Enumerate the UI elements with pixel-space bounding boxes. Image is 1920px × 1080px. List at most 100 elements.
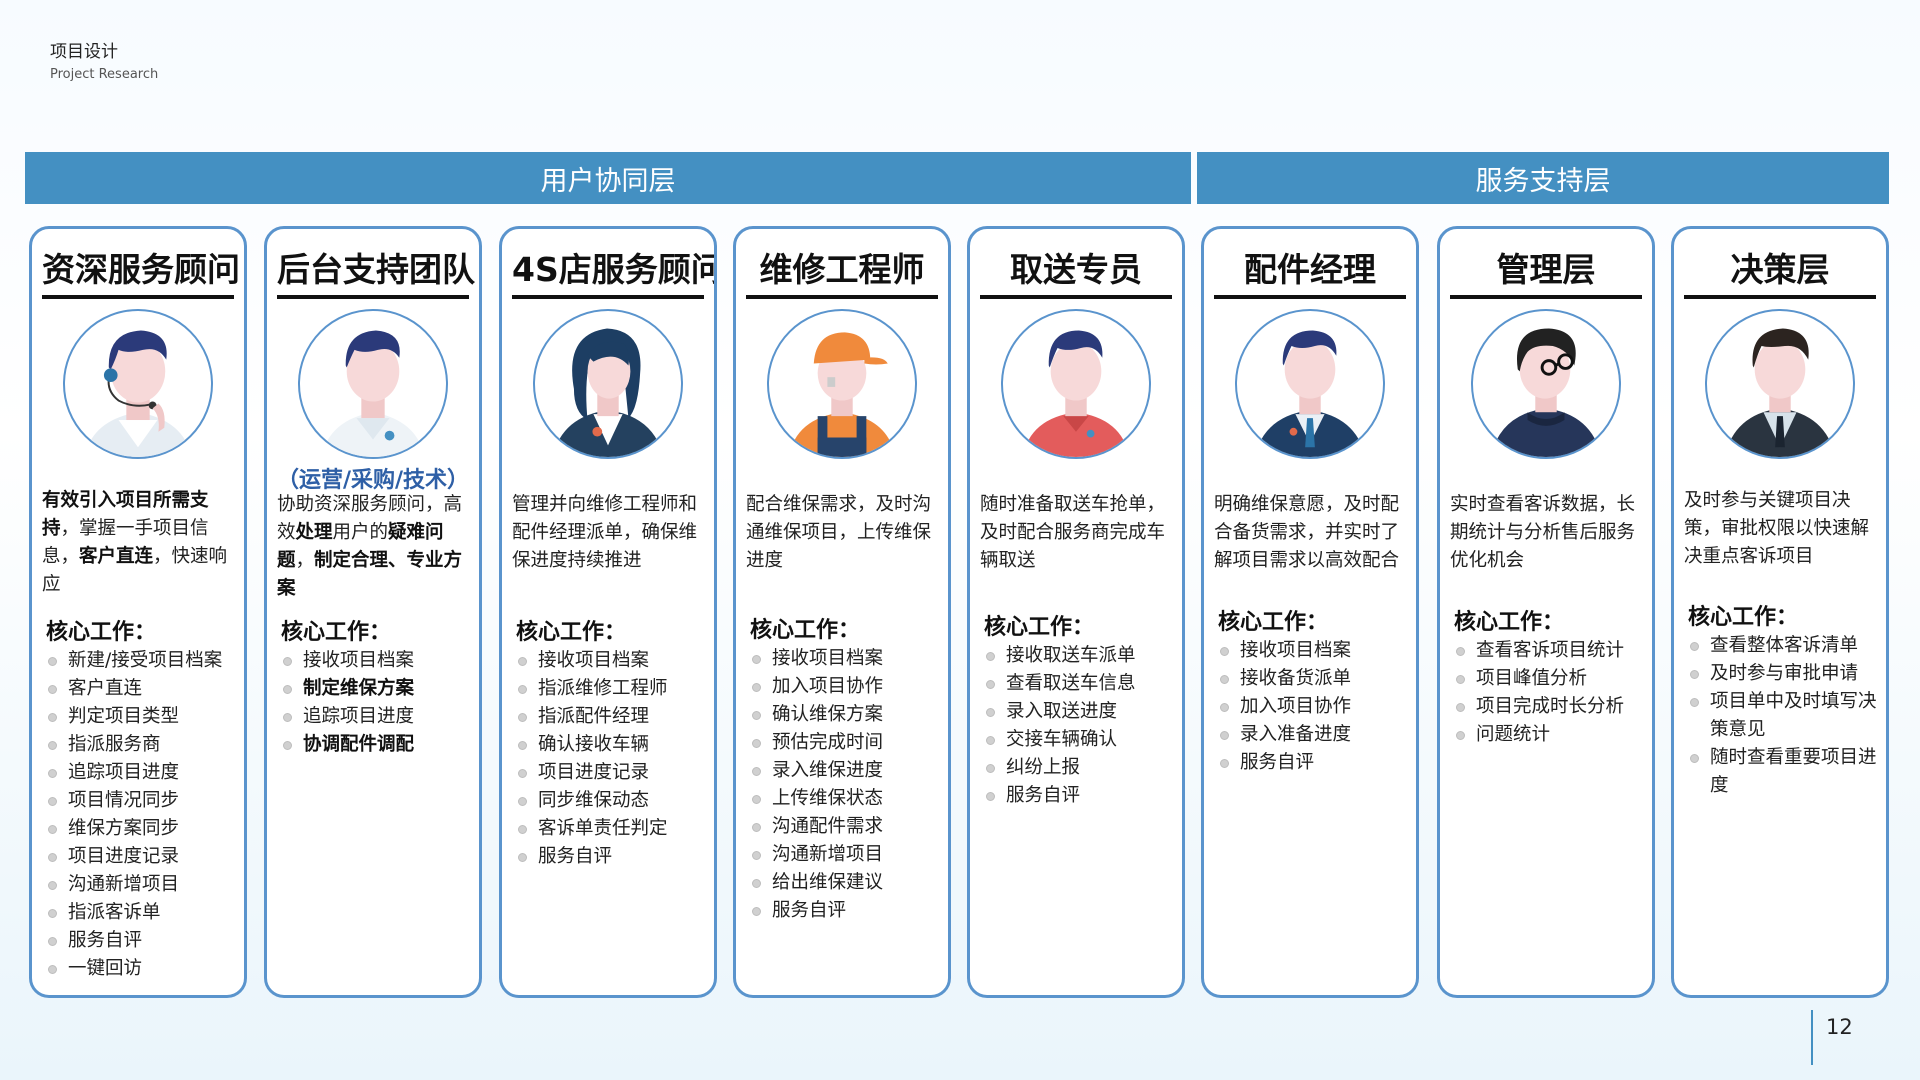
core-work-item: 新建/接受项目档案 [46, 647, 236, 675]
role-title: 配件经理 [1244, 250, 1376, 289]
role-description: 配合维保需求，及时沟通维保项目，上传维保进度 [746, 491, 942, 575]
core-work-list: 接收取送车派单 查看取送车信息 录入取送进度 交接车辆确认 纠纷上报 服务自评 [984, 642, 1174, 810]
role-title: 维修工程师 [759, 250, 925, 289]
service-layer-banner: 服务支持层 [1197, 152, 1889, 204]
role-title: 管理层 [1496, 250, 1596, 289]
core-work-item: 接收备货派单 [1218, 665, 1408, 693]
role-department-tag: （运营/采购/技术） [276, 468, 470, 493]
core-work-item: 制定维保方案 [281, 675, 471, 703]
description-text: 实时查看客诉数据，长期统计与分析售后服务优化机会 [1450, 494, 1636, 571]
core-work-list: 接收项目档案 接收备货派单 加入项目协作 录入准备进度 服务自评 [1218, 637, 1408, 777]
description-emphasis: 客户直连 [79, 546, 154, 567]
core-work-item: 指派服务商 [46, 731, 236, 759]
core-work-item: 接收项目档案 [281, 647, 471, 675]
core-work-item: 接收取送车派单 [984, 642, 1174, 670]
backoffice-avatar [298, 309, 448, 459]
core-work-item: 加入项目协作 [1218, 693, 1408, 721]
parts-manager-avatar [1235, 309, 1385, 459]
page-number: 12 [1826, 1015, 1853, 1039]
core-work-item: 指派维修工程师 [516, 675, 706, 703]
core-work-item: 问题统计 [1454, 721, 1644, 749]
description-text: ， [295, 550, 315, 571]
core-work-item: 维保方案同步 [46, 815, 236, 843]
core-work-item: 预估完成时间 [750, 729, 940, 757]
page-header: 项目设计 Project Research [50, 41, 158, 84]
description-emphasis: 处理 [295, 522, 333, 543]
role-card-decision-maker: 决策层 及时参与关键项目决策，审批权限以快速解决重点客诉项目 核心工作： 查看整… [1671, 226, 1889, 998]
role-card-repair-engineer: 维修工程师 配合维保需求，及时沟通维保项目，上传维保进度 核心工作： 接收项目档… [733, 226, 951, 998]
role-card-senior-advisor: 资深服务顾问 有效引入项目所需支持，掌握一手项目信息，客户直连，快速响应 核心工… [29, 226, 247, 998]
user-layer-banner: 用户协同层 [25, 152, 1191, 204]
title-underline [42, 295, 234, 299]
role-title: 后台支持团队 [277, 250, 475, 289]
page-number-divider [1811, 1010, 1813, 1065]
title-underline [512, 295, 704, 299]
core-work-heading: 核心工作： [750, 618, 861, 643]
core-work-item: 接收项目档案 [750, 645, 940, 673]
core-work-item: 协调配件调配 [281, 731, 471, 759]
title-underline [1684, 295, 1876, 299]
core-work-item: 加入项目协作 [750, 673, 940, 701]
core-work-item: 项目进度记录 [46, 843, 236, 871]
core-work-item: 沟通新增项目 [750, 841, 940, 869]
title-underline [1214, 295, 1406, 299]
core-work-heading: 核心工作： [46, 620, 157, 645]
role-card-backoffice-team: 后台支持团队 （运营/采购/技术） 协助资深服务顾问，高效处理用户的疑难问题，制… [264, 226, 482, 998]
glasses-manager-avatar [1471, 309, 1621, 459]
core-work-heading: 核心工作： [1218, 610, 1329, 635]
core-work-heading: 核心工作： [1454, 610, 1565, 635]
title-underline [277, 295, 469, 299]
role-card-pickup-specialist: 取送专员 随时准备取送车抢单，及时配合服务商完成车辆取送 核心工作： 接收取送车… [967, 226, 1185, 998]
core-work-item: 判定项目类型 [46, 703, 236, 731]
core-work-item: 随时查看重要项目进度 [1688, 744, 1878, 800]
role-title: 4S店服务顾问 [512, 250, 717, 289]
core-work-item: 一键回访 [46, 955, 236, 983]
executive-avatar [1705, 309, 1855, 459]
role-description: 明确维保意愿，及时配合备货需求，并实时了解项目需求以高效配合 [1214, 491, 1410, 575]
core-work-item: 录入准备进度 [1218, 721, 1408, 749]
core-work-list: 查看客诉项目统计 项目峰值分析 项目完成时长分析 问题统计 [1454, 637, 1644, 749]
core-work-item: 指派客诉单 [46, 899, 236, 927]
core-work-list: 查看整体客诉清单 及时参与审批申请 项目单中及时填写决策意见 随时查看重要项目进度 [1688, 632, 1878, 800]
core-work-item: 及时参与审批申请 [1688, 660, 1878, 688]
core-work-item: 项目进度记录 [516, 759, 706, 787]
core-work-item: 项目情况同步 [46, 787, 236, 815]
core-work-list: 新建/接受项目档案 客户直连 判定项目类型 指派服务商 追踪项目进度 项目情况同步 维保方案… [46, 647, 236, 983]
core-work-item: 服务自评 [516, 843, 706, 871]
core-work-item: 项目完成时长分析 [1454, 693, 1644, 721]
page-subtitle: Project Research [50, 67, 159, 82]
title-underline [746, 295, 938, 299]
core-work-item: 服务自评 [750, 897, 940, 925]
core-work-item: 交接车辆确认 [984, 726, 1174, 754]
role-card-4s-advisor: 4S店服务顾问 管理并向维修工程师和配件经理派单，确保维保进度持续推进 核心工作… [499, 226, 717, 998]
core-work-item: 指派配件经理 [516, 703, 706, 731]
page-title: 项目设计 [50, 42, 118, 62]
core-work-item: 客诉单责任判定 [516, 815, 706, 843]
description-text: 配合维保需求，及时沟通维保项目，上传维保进度 [746, 494, 932, 571]
core-work-item: 服务自评 [46, 927, 236, 955]
core-work-item: 同步维保动态 [516, 787, 706, 815]
description-text: 用户的 [332, 522, 389, 543]
role-description: 及时参与关键项目决策，审批权限以快速解决重点客诉项目 [1684, 487, 1880, 571]
core-work-item: 项目单中及时填写决策意见 [1688, 688, 1878, 744]
core-work-item: 项目峰值分析 [1454, 665, 1644, 693]
core-work-list: 接收项目档案 制定维保方案 追踪项目进度 协调配件调配 [281, 647, 471, 759]
core-work-item: 接收项目档案 [516, 647, 706, 675]
core-work-heading: 核心工作： [984, 615, 1095, 640]
core-work-item: 查看客诉项目统计 [1454, 637, 1644, 665]
core-work-item: 录入取送进度 [984, 698, 1174, 726]
role-description: 有效引入项目所需支持，掌握一手项目信息，客户直连，快速响应 [42, 487, 238, 599]
role-title: 资深服务顾问 [42, 250, 240, 289]
title-underline [980, 295, 1172, 299]
core-work-item: 纠纷上报 [984, 754, 1174, 782]
core-work-item: 确认维保方案 [750, 701, 940, 729]
core-work-heading: 核心工作： [281, 620, 392, 645]
title-underline [1450, 295, 1642, 299]
role-card-parts-manager: 配件经理 明确维保意愿，及时配合备货需求，并实时了解项目需求以高效配合 核心工作… [1201, 226, 1419, 998]
core-work-item: 确认接收车辆 [516, 731, 706, 759]
role-description: 实时查看客诉数据，长期统计与分析售后服务优化机会 [1450, 491, 1646, 575]
core-work-heading: 核心工作： [1688, 605, 1799, 630]
role-title: 取送专员 [1010, 250, 1142, 289]
core-work-item: 追踪项目进度 [46, 759, 236, 787]
role-description: 协助资深服务顾问，高效处理用户的疑难问题，制定合理、专业方案 [277, 491, 473, 603]
